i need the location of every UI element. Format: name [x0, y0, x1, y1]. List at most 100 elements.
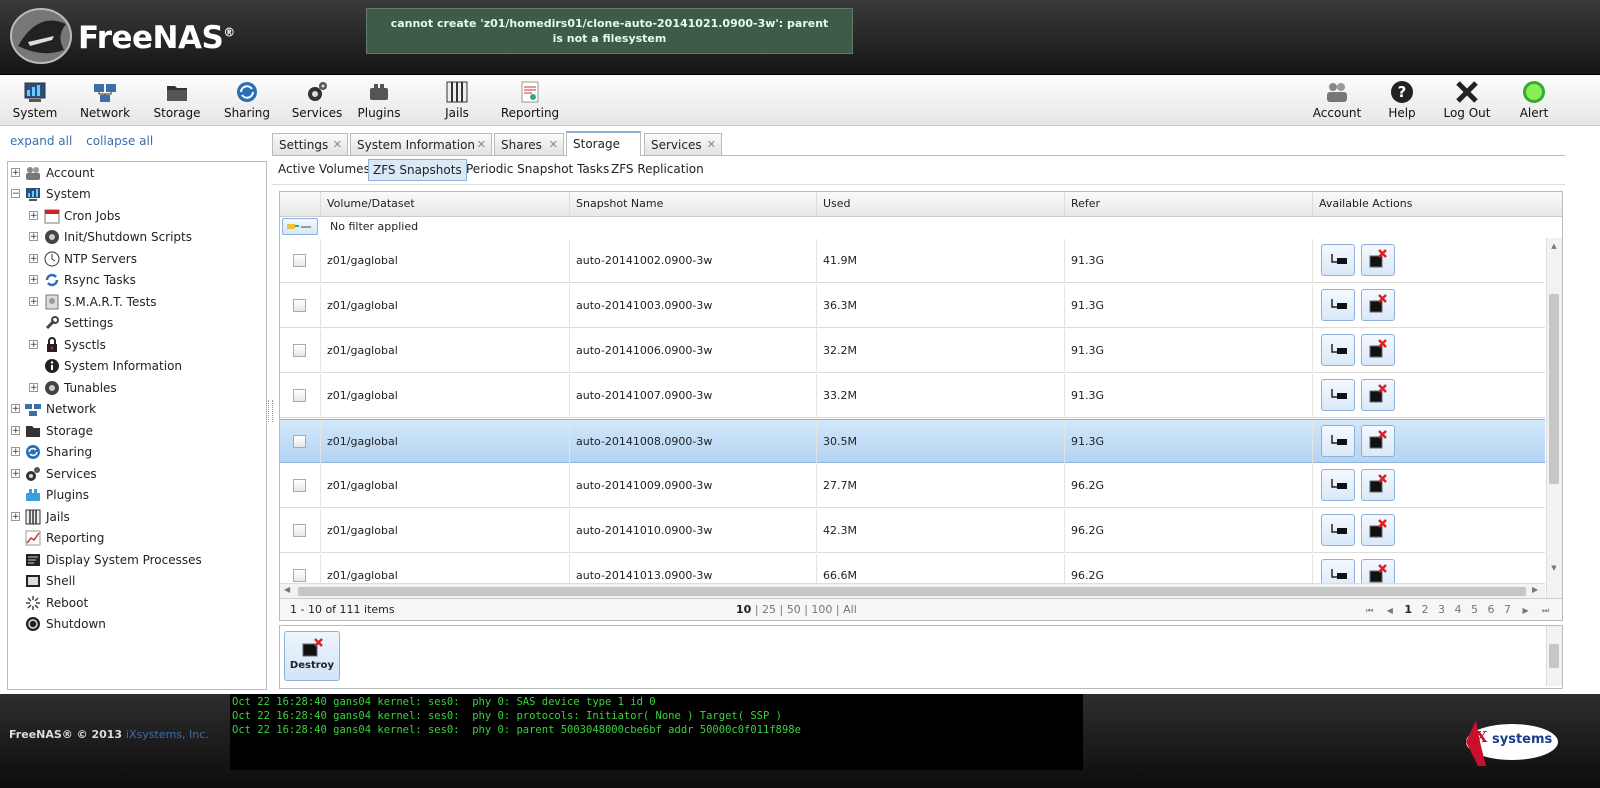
page-link[interactable]: 4 — [1455, 603, 1462, 616]
toolbar-services-button[interactable]: Services — [290, 75, 344, 125]
destroy-snapshot-button[interactable] — [1361, 379, 1395, 411]
destroy-snapshot-button[interactable] — [1361, 469, 1395, 501]
expand-toggle-icon[interactable]: + — [29, 254, 38, 264]
tree-item-system-information[interactable]: System Information — [8, 356, 264, 376]
toolbar-network-button[interactable]: Network — [78, 75, 132, 125]
tree-item-shutdown[interactable]: Shutdown — [8, 614, 264, 634]
page-size-option[interactable]: 25 — [762, 603, 776, 616]
tab-settings[interactable]: Settings ✕ — [272, 133, 348, 155]
row-checkbox[interactable] — [293, 435, 306, 448]
table-row[interactable]: z01/gaglobal auto-20141002.0900-3w 41.9M 91… — [280, 239, 1545, 283]
clone-snapshot-button[interactable] — [1321, 379, 1355, 411]
tree-item-services[interactable]: + Services — [8, 464, 264, 484]
expand-toggle-icon[interactable]: + — [11, 512, 20, 522]
tree-item-display-system-processes[interactable]: Display System Processes — [8, 550, 264, 570]
toolbar-reporting-button[interactable]: Reporting — [500, 75, 560, 125]
expand-toggle-icon[interactable]: + — [29, 211, 38, 221]
table-row[interactable]: z01/gaglobal auto-20141008.0900-3w 30.5M 91… — [280, 419, 1545, 464]
page-link-current[interactable]: 1 — [1404, 603, 1412, 616]
vertical-scroll-thumb[interactable] — [1549, 294, 1559, 484]
tree-item-sysctls[interactable]: + Sysctls — [8, 335, 264, 355]
tree-item-cron-jobs[interactable]: + Cron Jobs — [8, 206, 264, 226]
close-tab-icon[interactable]: ✕ — [333, 134, 342, 156]
expand-toggle-icon[interactable]: + — [29, 340, 38, 350]
clone-snapshot-button[interactable] — [1321, 469, 1355, 501]
clone-snapshot-button[interactable] — [1321, 289, 1355, 321]
subtab-periodic-snapshot-tasks[interactable]: Periodic Snapshot Tasks — [462, 159, 613, 179]
subtab-active-volumes[interactable]: Active Volumes — [274, 159, 374, 179]
destroy-snapshot-button[interactable] — [1361, 425, 1395, 457]
expand-toggle-icon[interactable]: + — [11, 426, 20, 436]
destroy-snapshot-button[interactable] — [1361, 514, 1395, 546]
page-link[interactable]: 7 — [1504, 603, 1511, 616]
first-page-icon[interactable]: ⏮ — [1366, 606, 1373, 615]
tree-item-shell[interactable]: Shell — [8, 571, 264, 591]
column-header-refer[interactable]: Refer — [1064, 192, 1312, 216]
row-checkbox[interactable] — [293, 569, 306, 582]
tree-item-init-shutdown-scripts[interactable]: + Init/Shutdown Scripts — [8, 227, 264, 247]
table-row[interactable]: z01/gaglobal auto-20141007.0900-3w 33.2M 91… — [280, 374, 1545, 418]
panel-splitter[interactable] — [268, 400, 273, 422]
grid-horizontal-scrollbar[interactable]: ◀ ▶ — [280, 583, 1545, 599]
expand-toggle-icon[interactable]: + — [11, 469, 20, 479]
expand-toggle-icon[interactable]: + — [29, 297, 38, 307]
page-link[interactable]: 6 — [1488, 603, 1495, 616]
toolbar-sharing-button[interactable]: Sharing — [220, 75, 274, 125]
toolbar-help-button[interactable]: ? Help — [1380, 75, 1424, 125]
clone-snapshot-button[interactable] — [1321, 334, 1355, 366]
tree-item-rsync-tasks[interactable]: + Rsync Tasks — [8, 270, 264, 290]
destroy-snapshot-button[interactable] — [1361, 334, 1395, 366]
actions-scroll-thumb[interactable] — [1549, 644, 1559, 668]
table-row[interactable]: z01/gaglobal auto-20141003.0900-3w 36.3M 91… — [280, 284, 1545, 328]
tree-item-plugins[interactable]: Plugins — [8, 485, 264, 505]
tab-system-information[interactable]: System Information ✕ — [350, 133, 492, 155]
tree-item-smart-tests[interactable]: + S.M.A.R.T. Tests — [8, 292, 264, 312]
toolbar-alert-button[interactable]: Alert — [1514, 75, 1554, 125]
tree-item-reboot[interactable]: Reboot — [8, 593, 264, 613]
page-link[interactable]: 5 — [1471, 603, 1478, 616]
page-link[interactable]: 2 — [1422, 603, 1429, 616]
scroll-up-icon[interactable]: ▲ — [1549, 242, 1559, 250]
row-checkbox[interactable] — [293, 524, 306, 537]
actions-scrollbar[interactable] — [1546, 626, 1562, 686]
expand-all-link[interactable]: expand all — [10, 134, 72, 148]
close-tab-icon[interactable]: ✕ — [549, 134, 558, 156]
toolbar-storage-button[interactable]: Storage — [150, 75, 204, 125]
subtab-zfs-replication[interactable]: ZFS Replication — [607, 159, 708, 179]
horizontal-scroll-thumb[interactable] — [298, 587, 1526, 596]
table-row[interactable]: z01/gaglobal auto-20141006.0900-3w 32.2M 91… — [280, 329, 1545, 373]
row-checkbox[interactable] — [293, 479, 306, 492]
column-header-used[interactable]: Used — [816, 192, 1064, 216]
page-size-option[interactable]: All — [843, 603, 857, 616]
previous-page-icon[interactable]: ◀ — [1387, 606, 1393, 615]
tree-item-network[interactable]: + Network — [8, 399, 264, 419]
page-link[interactable]: 3 — [1438, 603, 1445, 616]
close-tab-icon[interactable]: ✕ — [707, 134, 716, 156]
collapse-toggle-icon[interactable]: − — [11, 189, 20, 199]
page-size-option[interactable]: 100 — [811, 603, 832, 616]
tree-item-sharing[interactable]: + Sharing — [8, 442, 264, 462]
filter-button[interactable] — [282, 218, 318, 235]
column-header-dataset[interactable]: Volume/Dataset — [320, 192, 569, 216]
table-row[interactable]: z01/gaglobal auto-20141009.0900-3w 27.7M 96… — [280, 464, 1545, 508]
scroll-left-icon[interactable]: ◀ — [284, 585, 290, 594]
expand-toggle-icon[interactable]: + — [29, 275, 38, 285]
row-checkbox[interactable] — [293, 344, 306, 357]
page-size-option[interactable]: 10 — [736, 603, 751, 616]
tree-item-ntp-servers[interactable]: + NTP Servers — [8, 249, 264, 269]
ixsystems-link[interactable]: iXsystems, Inc. — [126, 728, 209, 741]
table-row[interactable]: z01/gaglobal auto-20141010.0900-3w 42.3M 96… — [280, 509, 1545, 553]
row-checkbox[interactable] — [293, 389, 306, 402]
row-checkbox[interactable] — [293, 299, 306, 312]
destroy-snapshot-button[interactable] — [1361, 289, 1395, 321]
tab-services[interactable]: Services ✕ — [644, 133, 722, 155]
toolbar-plugins-button[interactable]: Plugins — [352, 75, 406, 125]
clone-snapshot-button[interactable] — [1321, 514, 1355, 546]
subtab-zfs-snapshots[interactable]: ZFS Snapshots — [368, 159, 467, 181]
expand-toggle-icon[interactable]: + — [29, 383, 38, 393]
page-size-option[interactable]: 50 — [787, 603, 801, 616]
column-header-snapshot-name[interactable]: Snapshot Name — [569, 192, 816, 216]
clone-snapshot-button[interactable] — [1321, 425, 1355, 457]
destroy-snapshot-button[interactable] — [1361, 244, 1395, 276]
tree-item-tunables[interactable]: + Tunables — [8, 378, 264, 398]
